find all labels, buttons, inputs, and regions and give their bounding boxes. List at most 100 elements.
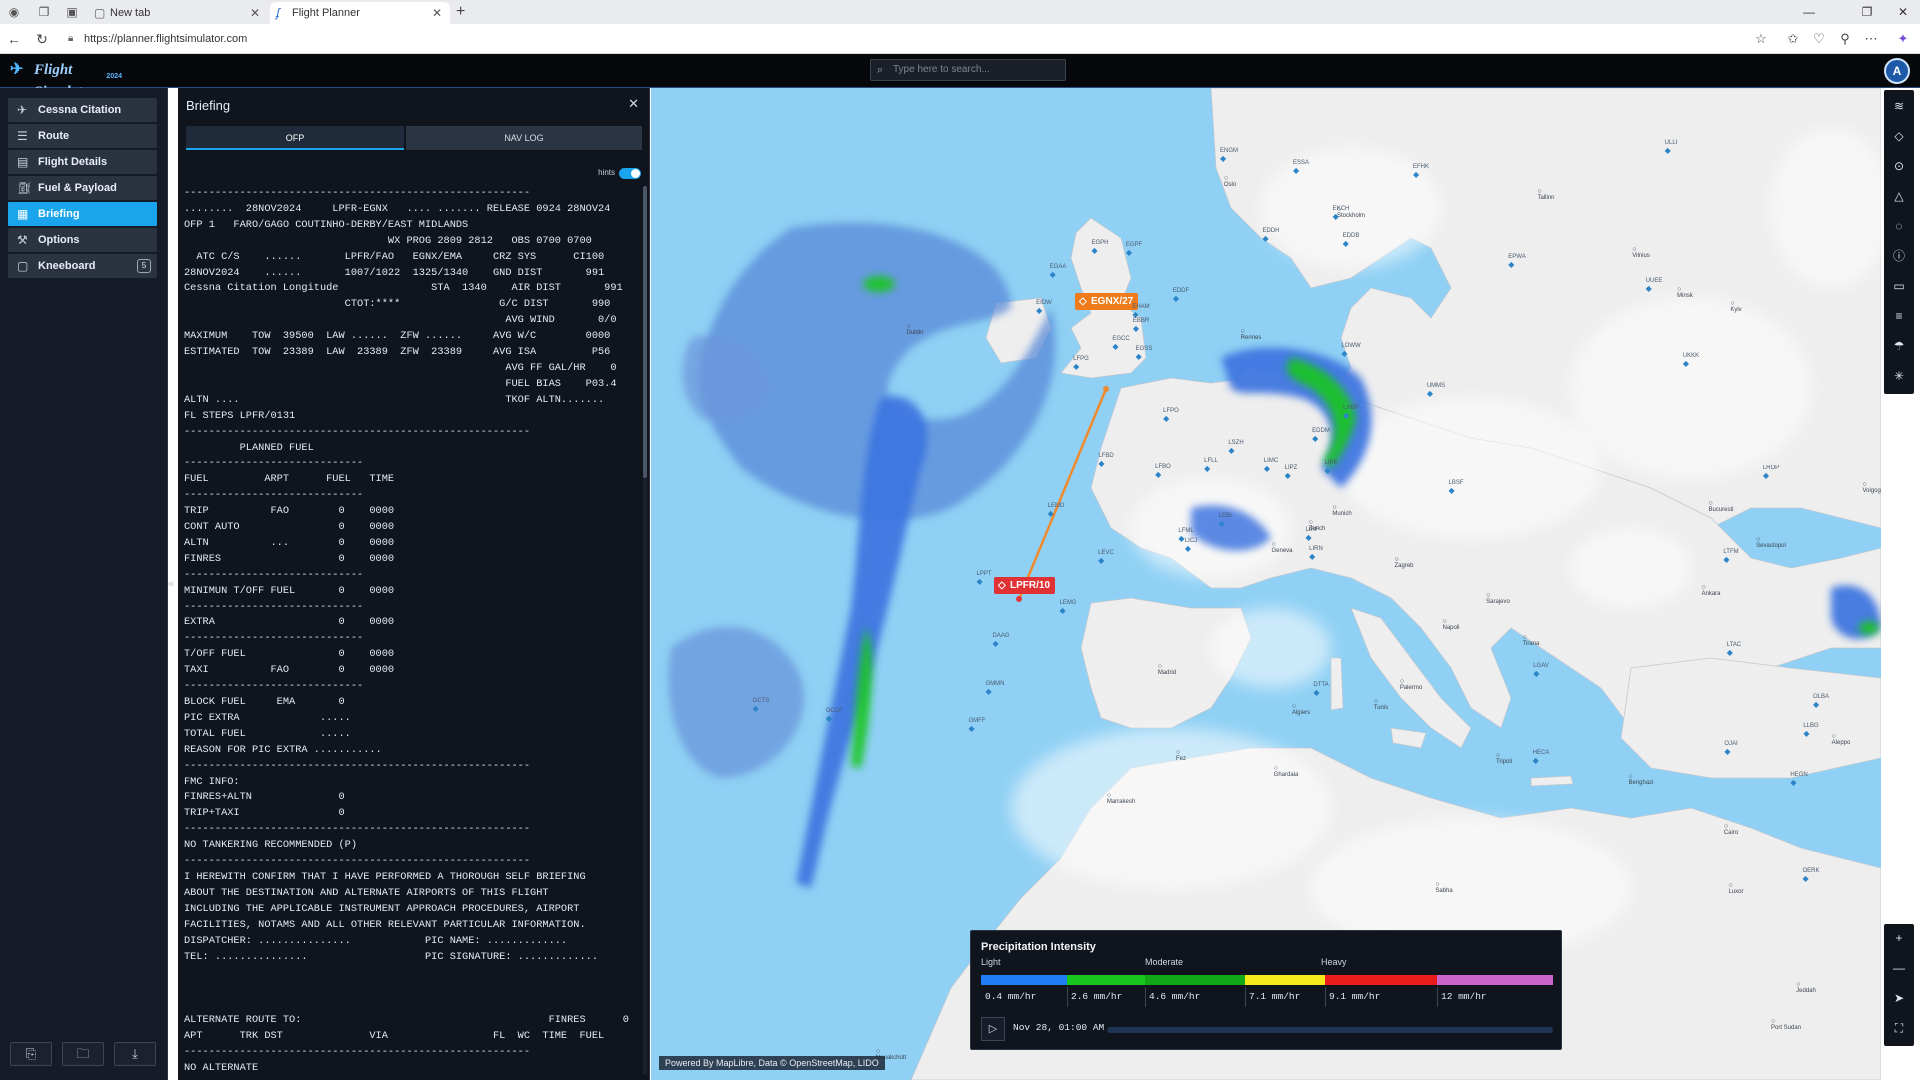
airport-label[interactable]: EDDH ◆ xyxy=(1262,228,1279,243)
fix-button[interactable]: ◌ xyxy=(1887,214,1911,238)
destination-badge[interactable]: ◇ EGNX/27 xyxy=(1075,293,1139,310)
airport-label[interactable]: EDDF ◆ xyxy=(1173,288,1189,303)
tab-actions-icon[interactable]: ▣ xyxy=(64,4,80,20)
fullscreen-button[interactable]: ⛶ xyxy=(1887,1016,1911,1040)
favorites-icon[interactable]: ✩ xyxy=(1784,31,1802,47)
airport-label[interactable]: EFHK ◆ xyxy=(1413,164,1429,179)
url-field[interactable]: 🔒︎ https://planner.flightsimulator.com xyxy=(68,29,247,49)
open-flight-button[interactable]: 🗀 xyxy=(62,1042,104,1066)
tab-new-tab[interactable]: ▢ New tab ✕ xyxy=(88,2,268,24)
airport-label[interactable]: EGCC ◆ xyxy=(1112,336,1129,351)
airport-label[interactable]: GMFF ◆ xyxy=(969,718,986,733)
new-flight-button[interactable]: ⎘ xyxy=(10,1042,52,1066)
airport-label[interactable]: LHBP ◆ xyxy=(1343,405,1359,420)
sidebar-item-options[interactable]: ⚒ Options xyxy=(8,228,157,252)
ndb-button[interactable]: △ xyxy=(1887,184,1911,208)
copilot-icon[interactable]: ✦ xyxy=(1894,31,1912,47)
locate-button[interactable]: ➤ xyxy=(1887,986,1911,1010)
avatar[interactable]: A xyxy=(1884,58,1910,84)
airport-label[interactable]: EIDW ◆ xyxy=(1036,300,1052,315)
back-icon[interactable]: ← xyxy=(4,30,24,48)
sidebar-item-flight-details[interactable]: ▤ Flight Details xyxy=(8,150,157,174)
app-logo[interactable]: ✈ Flight Simulator 2024 xyxy=(10,59,122,100)
tab-ofp[interactable]: OFP xyxy=(186,126,404,150)
sidebar-item-kneeboard[interactable]: ▢ Kneeboard 5 xyxy=(8,254,157,278)
airport-label[interactable]: ULLI ◆ xyxy=(1665,140,1678,155)
airport-label[interactable]: HECA ◆ xyxy=(1533,750,1550,765)
settings-button[interactable]: ✳ xyxy=(1887,364,1911,388)
airport-label[interactable]: LEVC ◆ xyxy=(1098,550,1114,565)
origin-badge[interactable]: ◇ LPFR/10 xyxy=(994,577,1056,594)
airport-label[interactable]: LEMG ◆ xyxy=(1059,600,1076,615)
airport-label[interactable]: LIPZ ◆ xyxy=(1285,465,1298,480)
airport-label[interactable]: LGAV ◆ xyxy=(1533,663,1549,678)
airport-label[interactable]: OJAI ◆ xyxy=(1724,741,1737,756)
airport-label[interactable]: LFPO ◆ xyxy=(1163,408,1179,423)
origin-point[interactable] xyxy=(1016,596,1022,602)
airport-label[interactable]: LOWW ◆ xyxy=(1341,343,1360,358)
ofp-scrollbar[interactable] xyxy=(643,186,647,1074)
weather-button[interactable]: ☂ xyxy=(1887,334,1911,358)
airport-label[interactable]: GCLP ◆ xyxy=(826,708,842,723)
collapse-panel-button[interactable]: « xyxy=(166,576,176,592)
airport-label[interactable]: GCTS ◆ xyxy=(753,698,770,713)
airport-label[interactable]: ESSA ◆ xyxy=(1293,160,1309,175)
vor-button[interactable]: ⊙ xyxy=(1887,154,1911,178)
more-menu-icon[interactable]: ⋯ xyxy=(1862,31,1880,47)
timeline-slider[interactable] xyxy=(1107,1027,1553,1033)
workspaces-icon[interactable]: ❐ xyxy=(36,4,52,20)
sidebar-item-route[interactable]: ☰ Route xyxy=(8,124,157,148)
tab-nav-log[interactable]: NAV LOG xyxy=(406,126,642,150)
sidebar-item-fuel-payload[interactable]: ⛽︎ Fuel & Payload xyxy=(8,176,157,200)
destination-point[interactable] xyxy=(1103,386,1109,392)
close-tab-icon[interactable]: ✕ xyxy=(250,2,260,24)
scrollbar-thumb[interactable] xyxy=(643,186,647,478)
airport-label[interactable]: LROP ◆ xyxy=(1763,465,1779,480)
airport-label[interactable]: EGPH ◆ xyxy=(1091,240,1108,255)
close-tab-icon[interactable]: ✕ xyxy=(432,2,442,24)
zoom-in-button[interactable]: + xyxy=(1887,926,1911,950)
browser-essentials-icon[interactable]: ♡ xyxy=(1810,31,1828,47)
minimize-button[interactable]: — xyxy=(1794,2,1824,22)
close-icon[interactable]: ✕ xyxy=(628,96,639,112)
airport-label[interactable]: LFLL ◆ xyxy=(1204,458,1218,473)
zoom-out-button[interactable]: — xyxy=(1887,956,1911,980)
new-tab-button[interactable]: + xyxy=(456,2,465,22)
airport-label[interactable]: EPWA ◆ xyxy=(1508,254,1525,269)
airport-label[interactable]: LTFM ◆ xyxy=(1723,549,1738,564)
airport-label[interactable]: LICJ ◆ xyxy=(1185,538,1197,553)
airport-label[interactable]: EDDB ◆ xyxy=(1343,233,1360,248)
airport-label[interactable]: LBSF ◆ xyxy=(1448,480,1463,495)
extensions-icon[interactable]: ⚲ xyxy=(1836,31,1854,47)
map-attribution[interactable]: Powered By MapLibre, Data © OpenStreetMa… xyxy=(659,1056,885,1070)
airport-label[interactable]: OERK ◆ xyxy=(1802,868,1819,883)
sidebar-item-aircraft[interactable]: ✈ Cessna Citation Long... xyxy=(8,98,157,140)
reload-icon[interactable]: ↻ xyxy=(32,30,52,48)
profile-icon[interactable]: ◉ xyxy=(6,4,22,20)
download-button[interactable]: ⤓ xyxy=(114,1042,156,1066)
airport-label[interactable]: HEGN ◆ xyxy=(1790,772,1807,787)
close-window-button[interactable]: ✕ xyxy=(1888,2,1918,22)
airport-label[interactable]: ENGM ◆ xyxy=(1220,148,1238,163)
airport-label[interactable]: LIMC ◆ xyxy=(1264,458,1278,473)
airport-label[interactable]: LEBL ◆ xyxy=(1219,513,1234,528)
airport-label[interactable]: OLBA ◆ xyxy=(1813,694,1829,709)
airport-label[interactable]: EHAM ◆ xyxy=(1132,304,1149,319)
airport-label[interactable]: LIPE ◆ xyxy=(1324,460,1337,475)
airport-label[interactable]: LFBD ◆ xyxy=(1098,453,1113,468)
airport-label[interactable]: UUEE ◆ xyxy=(1646,278,1663,293)
favorite-star-icon[interactable]: ☆ xyxy=(1752,31,1770,47)
wind-button[interactable]: ≡ xyxy=(1887,304,1911,328)
airport-label[interactable]: LSZH ◆ xyxy=(1228,440,1243,455)
airport-label[interactable]: LPPT ◆ xyxy=(976,571,991,586)
airport-label[interactable]: EGAA ◆ xyxy=(1050,264,1067,279)
airport-label[interactable]: DTTA ◆ xyxy=(1313,682,1328,697)
map-view[interactable]: ◇ EGNX/27 ◇ LPFR/10 ENGM ◆ ESSA ◆ EFHK ◆ ULLI ◆… xyxy=(651,88,1881,1080)
airport-label[interactable]: LEMD ◆ xyxy=(1048,503,1065,518)
airport-label[interactable]: EBBR ◆ xyxy=(1133,318,1149,333)
sidebar-item-briefing[interactable]: ▦ Briefing xyxy=(8,202,157,226)
airport-label[interactable]: EGPF ◆ xyxy=(1126,242,1142,257)
search-input[interactable]: ⌕ Type here to search... xyxy=(870,59,1066,81)
airport-label[interactable]: EDDM ◆ xyxy=(1312,428,1330,443)
layers-button[interactable]: ≋ xyxy=(1887,94,1911,118)
